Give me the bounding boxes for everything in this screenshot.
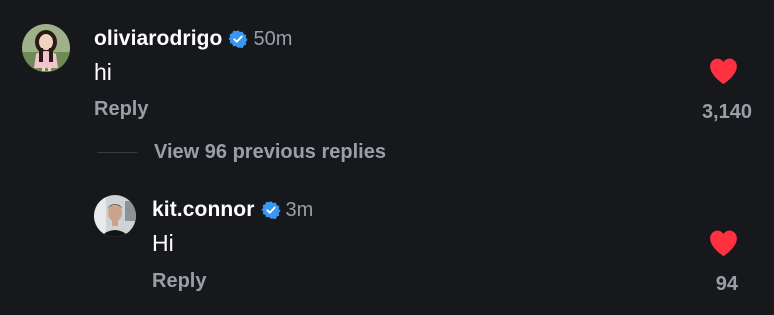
timestamp: 50m [253, 27, 293, 50]
like-count: 3,140 [701, 101, 752, 123]
reply-text: Hi [152, 230, 174, 256]
verified-badge-icon [228, 29, 249, 49]
verified-badge-icon [260, 200, 281, 220]
avatar-image [94, 195, 136, 237]
comment-thread: oliviarodrigo 50m hi Reply 3,140 View 96… [0, 0, 774, 315]
reply-button[interactable]: Reply [94, 98, 148, 121]
comment-header: oliviarodrigo 50m [94, 27, 292, 51]
reply-header: kit.connor 3m [152, 198, 313, 222]
replies-divider [97, 152, 137, 153]
avatar-oliviarodrigo[interactable] [22, 24, 70, 72]
avatar-image [22, 24, 70, 72]
username[interactable]: oliviarodrigo [94, 27, 222, 51]
like-count: 94 [715, 273, 738, 295]
reply-button[interactable]: Reply [152, 270, 206, 293]
heart-icon[interactable] [708, 229, 739, 257]
view-previous-replies-button[interactable]: View 96 previous replies [154, 141, 386, 164]
timestamp: 3m [285, 198, 314, 221]
avatar-kit-connor[interactable] [94, 195, 136, 237]
username[interactable]: kit.connor [152, 198, 255, 222]
comment-text: hi [94, 59, 112, 85]
heart-icon[interactable] [708, 57, 739, 85]
